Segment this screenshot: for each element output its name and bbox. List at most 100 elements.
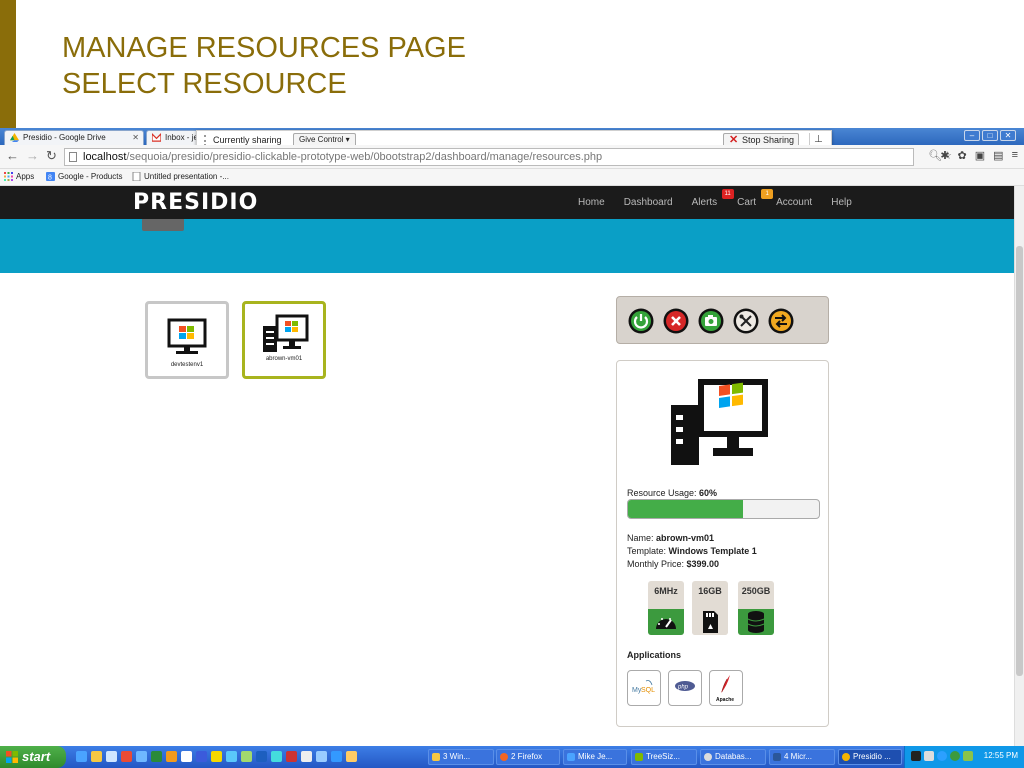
quick-launch bbox=[76, 751, 357, 762]
quicklaunch-app-icon[interactable] bbox=[316, 751, 327, 762]
tools-icon[interactable] bbox=[733, 308, 759, 334]
quicklaunch-ie-icon[interactable] bbox=[76, 751, 87, 762]
nav-home[interactable]: Home bbox=[578, 197, 605, 208]
task-firefox[interactable]: 2 Firefox bbox=[496, 749, 560, 765]
nav-help[interactable]: Help bbox=[831, 197, 852, 208]
task-windows-explorer[interactable]: 3 Win... bbox=[428, 749, 494, 765]
site-brand[interactable]: PRESIDIO bbox=[133, 190, 258, 215]
quicklaunch-app-icon[interactable] bbox=[181, 751, 192, 762]
tray-sync-icon[interactable] bbox=[937, 751, 947, 761]
start-button[interactable]: start bbox=[0, 746, 66, 768]
quicklaunch-app-icon[interactable] bbox=[241, 751, 252, 762]
tab-inbox[interactable]: Inbox - je bbox=[146, 130, 198, 145]
slide-title-line1: MANAGE RESOURCES PAGE bbox=[62, 32, 466, 64]
tray-app-icon[interactable] bbox=[963, 751, 973, 761]
nav-cart[interactable]: Cart 1 bbox=[737, 189, 774, 208]
price-label: Monthly Price: bbox=[627, 559, 687, 569]
bookmark-apps[interactable]: Apps bbox=[4, 172, 34, 181]
svg-text:SQL: SQL bbox=[641, 687, 655, 694]
tab-google-drive[interactable]: Presidio - Google Drive ✕ bbox=[4, 130, 144, 145]
tray-network-icon[interactable] bbox=[924, 751, 934, 761]
windows-server-icon bbox=[671, 379, 768, 465]
banner-tab bbox=[142, 219, 184, 231]
menu-icon[interactable]: ≡ bbox=[1012, 149, 1018, 162]
app-mysql[interactable]: My SQL bbox=[627, 670, 661, 706]
bookmark-untitled-presentation[interactable]: Untitled presentation -... bbox=[132, 172, 229, 181]
treesize-icon bbox=[635, 753, 643, 761]
close-icon[interactable]: ✕ bbox=[132, 131, 139, 144]
applications-title: Applications bbox=[627, 650, 682, 660]
spec-memory: 16GB bbox=[692, 581, 728, 635]
nav-account[interactable]: Account bbox=[776, 197, 812, 208]
resource-actions-toolbar bbox=[616, 296, 829, 344]
extension-doc-icon[interactable]: ▤ bbox=[993, 149, 1003, 162]
quicklaunch-app-icon[interactable] bbox=[136, 751, 147, 762]
nav-alerts[interactable]: Alerts 11 bbox=[691, 189, 734, 208]
forward-arrow-icon[interactable]: → bbox=[26, 149, 39, 163]
template-label: Template: bbox=[627, 546, 669, 556]
app-apache[interactable]: Apache bbox=[709, 670, 743, 706]
tray-help-icon[interactable] bbox=[911, 751, 921, 761]
resource-card-devtestenv1[interactable]: devtestenv1 bbox=[145, 301, 229, 379]
quicklaunch-folder-icon[interactable] bbox=[91, 751, 102, 762]
quicklaunch-app-icon[interactable] bbox=[301, 751, 312, 762]
quicklaunch-app-icon[interactable] bbox=[346, 751, 357, 762]
nav-alerts-label: Alerts bbox=[691, 197, 718, 208]
quicklaunch-app-icon[interactable] bbox=[166, 751, 177, 762]
extension-box-icon[interactable]: ▣ bbox=[975, 149, 985, 162]
nav-dashboard[interactable]: Dashboard bbox=[624, 197, 673, 208]
power-icon[interactable] bbox=[628, 308, 654, 334]
quicklaunch-desktop-icon[interactable] bbox=[106, 751, 117, 762]
address-toolbar: ← → ↻ localhost/sequoia/presidio/presidi… bbox=[0, 145, 1024, 169]
chrome-icon bbox=[842, 753, 850, 761]
quicklaunch-app-icon[interactable] bbox=[121, 751, 132, 762]
task-presidio[interactable]: Presidio ... bbox=[838, 749, 902, 765]
close-window-icon[interactable]: ✕ bbox=[1000, 130, 1016, 141]
quicklaunch-app-icon[interactable] bbox=[211, 751, 222, 762]
quicklaunch-app-icon[interactable] bbox=[331, 751, 342, 762]
spec-value: 250GB bbox=[741, 586, 771, 596]
ie-icon bbox=[567, 753, 575, 761]
google-drive-icon bbox=[10, 133, 19, 142]
back-arrow-icon[interactable]: ← bbox=[6, 149, 19, 163]
firefox-icon bbox=[500, 753, 508, 761]
url-field[interactable]: localhost/sequoia/presidio/presidio-clic… bbox=[64, 148, 914, 166]
app-php[interactable]: php bbox=[668, 670, 702, 706]
bookmark-google-products[interactable]: 8 Google - Products bbox=[46, 172, 122, 181]
reload-icon[interactable]: ↻ bbox=[46, 149, 57, 163]
maximize-icon[interactable]: □ bbox=[982, 130, 998, 141]
resource-name: devtestenv1 bbox=[170, 362, 204, 368]
quicklaunch-app-icon[interactable] bbox=[151, 751, 162, 762]
spec-cpu: 6MHz bbox=[648, 581, 684, 635]
swap-arrows-icon[interactable] bbox=[768, 308, 794, 334]
browser-window: Presidio - Google Drive ✕ Inbox - je – □… bbox=[0, 128, 1024, 746]
extension-puzzle-icon[interactable]: ✱ bbox=[940, 149, 949, 162]
site-nav-links: Home Dashboard Alerts 11 Cart 1 Account … bbox=[578, 189, 871, 208]
page-scrollbar[interactable] bbox=[1014, 186, 1024, 746]
task-label: 4 Micr... bbox=[784, 752, 813, 761]
tray-status-icon[interactable] bbox=[950, 751, 960, 761]
task-treesize[interactable]: TreeSiz... bbox=[631, 749, 697, 765]
resource-name-row: Name: abrown-vm01 bbox=[627, 533, 714, 543]
quicklaunch-app-icon[interactable] bbox=[226, 751, 237, 762]
bookmark-label: Untitled presentation -... bbox=[144, 172, 229, 181]
name-label: Name: bbox=[627, 533, 657, 543]
task-mike-je[interactable]: Mike Je... bbox=[563, 749, 627, 765]
task-microsoft[interactable]: 4 Micr... bbox=[769, 749, 835, 765]
quicklaunch-app-icon[interactable] bbox=[196, 751, 207, 762]
resource-card-abrown-vm01[interactable]: abrown-vm01 bbox=[242, 301, 326, 379]
quicklaunch-app-icon[interactable] bbox=[271, 751, 282, 762]
database-app-icon bbox=[704, 753, 712, 761]
hero-banner bbox=[0, 219, 1014, 273]
quicklaunch-app-icon[interactable] bbox=[286, 751, 297, 762]
minimize-icon[interactable]: – bbox=[964, 130, 980, 141]
quicklaunch-app-icon[interactable] bbox=[256, 751, 267, 762]
php-icon: php bbox=[675, 681, 695, 691]
task-database[interactable]: Databas... bbox=[700, 749, 766, 765]
gear-icon[interactable]: ✿ bbox=[958, 149, 967, 162]
camera-icon[interactable] bbox=[698, 308, 724, 334]
bookmarks-bar: Apps 8 Google - Products Untitled presen… bbox=[0, 169, 1024, 186]
stop-x-icon[interactable] bbox=[663, 308, 689, 334]
scrollbar-thumb[interactable] bbox=[1016, 246, 1023, 676]
svg-text:Apache: Apache bbox=[716, 697, 734, 703]
